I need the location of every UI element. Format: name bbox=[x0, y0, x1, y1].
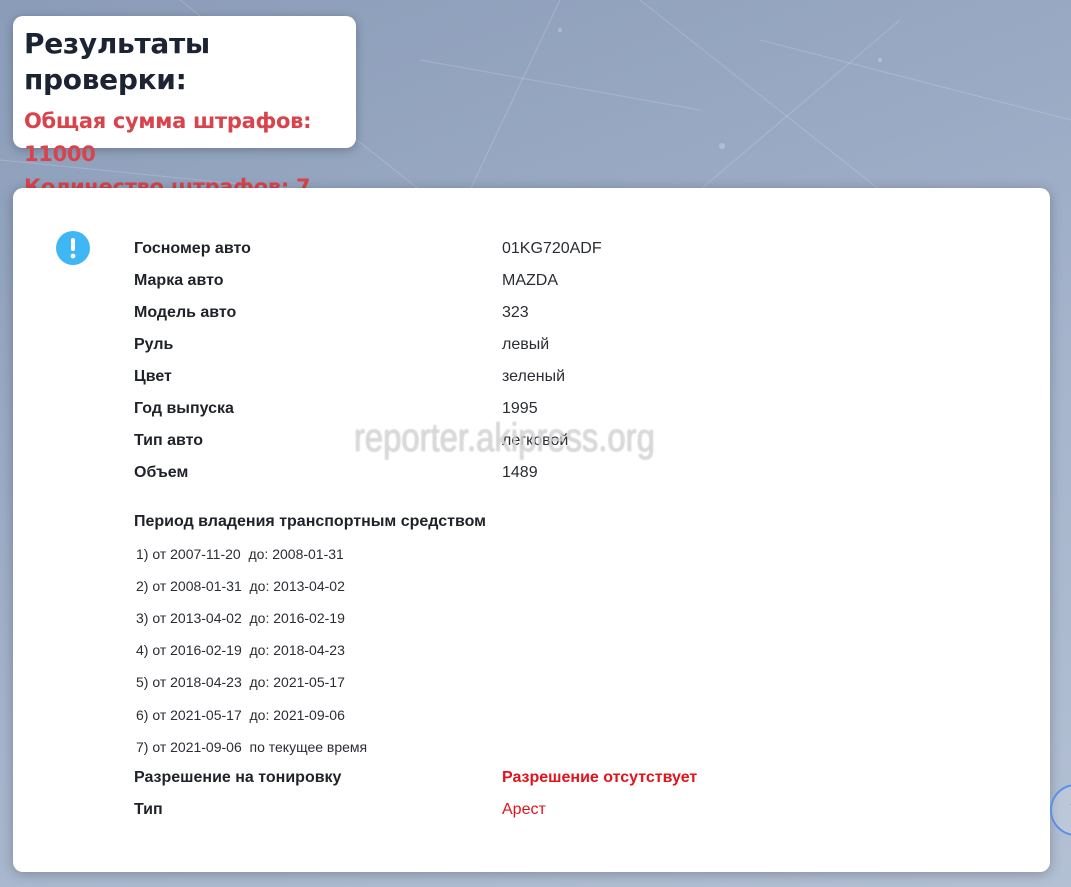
field-value: 1995 bbox=[502, 400, 538, 417]
scroll-to-top-button[interactable]: ↑ bbox=[1050, 784, 1071, 836]
field-label: Год выпуска bbox=[134, 400, 234, 417]
field-label: Объем bbox=[134, 464, 189, 481]
field-label: Тип bbox=[134, 801, 163, 818]
results-summary-card: Результаты проверки: Общая сумма штрафов… bbox=[13, 16, 356, 199]
field-value: MAZDA bbox=[502, 272, 558, 289]
field-label: Госномер авто bbox=[134, 240, 251, 257]
ownership-period-item: 3) от 2013-04-02 до: 2016-02-19 bbox=[136, 610, 345, 626]
ownership-period-item: 6) от 2021-05-17 до: 2021-09-06 bbox=[136, 707, 345, 723]
field-row-color: Цвет зеленый bbox=[134, 361, 1014, 393]
field-value: зеленый bbox=[502, 368, 566, 385]
ownership-period-title: Период владения транспортным средством bbox=[134, 513, 486, 530]
ownership-period-item: 1) от 2007-11-20 до: 2008-01-31 bbox=[136, 546, 344, 562]
results-title: Результаты проверки: bbox=[24, 27, 210, 96]
field-row-make: Марка авто MAZDA bbox=[134, 265, 1014, 297]
vehicle-details-card: Госномер авто 01KG720ADF Марка авто MAZD… bbox=[13, 188, 1050, 872]
ownership-period-item: 7) от 2021-09-06 по текущее время bbox=[136, 739, 368, 755]
field-value: 323 bbox=[502, 304, 529, 321]
field-label: Марка авто bbox=[134, 272, 224, 289]
field-label: Разрешение на тонировку bbox=[134, 769, 342, 786]
field-label: Цвет bbox=[134, 368, 172, 385]
field-label: Тип авто bbox=[134, 432, 204, 449]
restriction-type-value: Арест bbox=[502, 801, 546, 818]
ownership-period-item: 2) от 2008-01-31 до: 2013-04-02 bbox=[136, 578, 345, 594]
field-value: легковой bbox=[502, 432, 569, 449]
field-row-plate: Госномер авто 01KG720ADF bbox=[134, 233, 1014, 265]
field-row-model: Модель авто 323 bbox=[134, 297, 1014, 329]
field-row-tint-permit: Разрешение на тонировку Разрешение отсут… bbox=[134, 762, 1014, 794]
field-row-year: Год выпуска 1995 bbox=[134, 393, 1014, 425]
field-value: 1489 bbox=[502, 464, 538, 481]
ownership-period-item: 4) от 2016-02-19 до: 2018-04-23 bbox=[136, 642, 345, 658]
exclamation-icon bbox=[56, 231, 90, 265]
field-value: левый bbox=[502, 336, 550, 353]
field-label: Модель авто bbox=[134, 304, 237, 321]
field-row-steering: Руль левый bbox=[134, 329, 1014, 361]
tint-permit-status: Разрешение отсутствует bbox=[502, 769, 698, 786]
field-label: Руль bbox=[134, 336, 174, 353]
field-row-restriction-type: Тип Арест bbox=[134, 794, 1014, 826]
ownership-period-item: 5) от 2018-04-23 до: 2021-05-17 bbox=[136, 674, 345, 690]
field-value: 01KG720ADF bbox=[502, 240, 602, 257]
field-row-type: Тип авто легковой bbox=[134, 425, 1014, 457]
total-fines-amount: Общая сумма штрафов: 11000 bbox=[24, 109, 312, 166]
field-row-volume: Объем 1489 bbox=[134, 457, 1014, 489]
